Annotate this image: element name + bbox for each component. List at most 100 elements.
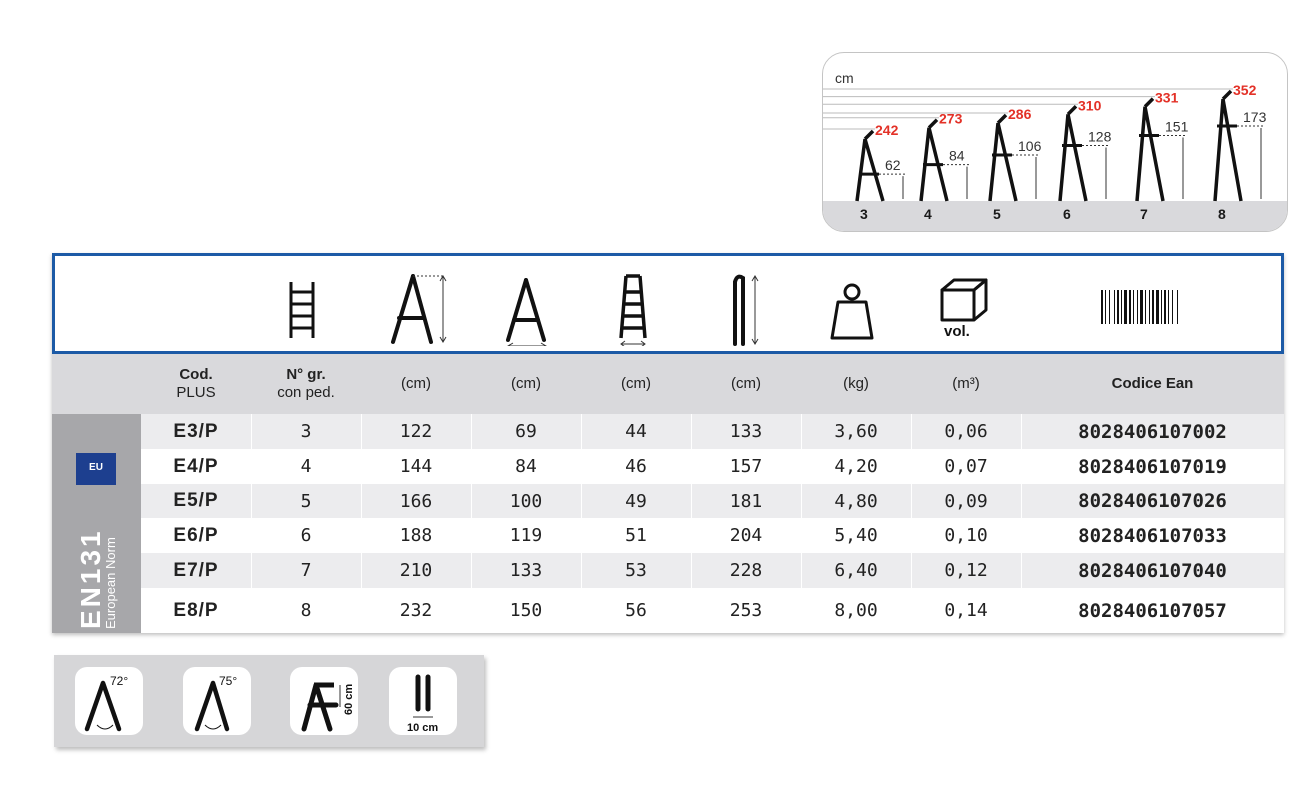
column-divider xyxy=(471,414,472,633)
barcode-icon xyxy=(1095,264,1205,346)
table-row: E6/P 6 188 119 51 204 5,40 0,10 8028406107033 xyxy=(141,518,1284,553)
table-cell: 8028406107040 xyxy=(1078,559,1227,582)
ladder-base-width-icon xyxy=(479,264,569,346)
table-cell: 0,09 xyxy=(944,490,988,512)
angle-72-label: 72° xyxy=(110,674,128,688)
en131-norm-column: EU EN131 European Norm xyxy=(52,414,141,633)
table-cell: 119 xyxy=(509,525,543,546)
table-row: E7/P 7 210 133 53 228 6,40 0,12 8028406107040 xyxy=(141,553,1284,588)
volume-unit-header: (m³) xyxy=(952,375,980,392)
table-cell: 144 xyxy=(399,456,433,477)
table-cell: 228 xyxy=(729,560,763,581)
column-divider xyxy=(1021,414,1022,633)
table-cell: E8/P xyxy=(173,599,219,621)
table-cell: 133 xyxy=(729,421,763,442)
table-cell: 56 xyxy=(625,600,647,621)
total-height-label: 242 xyxy=(875,122,899,138)
table-cell: 4 xyxy=(300,456,312,477)
table-cell: 0,07 xyxy=(944,456,988,477)
ladder-figure xyxy=(1058,105,1110,202)
ean-header: Codice Ean xyxy=(1111,375,1194,392)
steps-header: N° gr. con ped. xyxy=(277,366,335,401)
weight-icon xyxy=(807,264,897,346)
step-height-label: 173 xyxy=(1243,109,1267,125)
table-cell: 133 xyxy=(509,560,543,581)
table-cell: 8028406107026 xyxy=(1078,490,1227,512)
platform-height-icon: 60 cm xyxy=(290,667,358,735)
step-height-label: 151 xyxy=(1165,119,1189,135)
cod-header: Cod. PLUS xyxy=(176,366,216,401)
table-cell: 5 xyxy=(300,490,312,512)
steps-count-label: 5 xyxy=(993,206,1001,222)
width-unit-header: (cm) xyxy=(511,375,541,392)
table-cell: 232 xyxy=(399,600,433,621)
table-cell: 253 xyxy=(729,600,763,621)
table-cell: 8028406107019 xyxy=(1078,455,1227,478)
table-cell: 3,60 xyxy=(834,421,878,442)
column-divider xyxy=(361,414,362,633)
spec-table: vol. Cod. PLUS N° gr. con ped. (cm) (cm) (… xyxy=(52,253,1284,633)
angle-75-label: 75° xyxy=(219,674,237,688)
table-cell: 0,10 xyxy=(944,525,988,546)
ladder-figure xyxy=(1213,89,1265,202)
table-cell: 0,14 xyxy=(944,600,988,621)
table-cell: 122 xyxy=(399,421,433,442)
column-divider xyxy=(581,414,582,633)
table-cell: 157 xyxy=(729,456,763,477)
step-width-unit-header: (cm) xyxy=(621,375,651,392)
ladder-step-width-icon xyxy=(588,264,678,346)
feature-icons: 72° 75° 60 cm 10 cm xyxy=(54,655,484,747)
volume-label: vol. xyxy=(944,323,970,340)
length-unit-header: (cm) xyxy=(731,375,761,392)
table-cell: 8,00 xyxy=(834,600,878,621)
table-cell: 181 xyxy=(729,490,763,512)
icon-header-row: vol. xyxy=(52,253,1284,354)
total-height-label: 331 xyxy=(1155,90,1179,106)
table-cell: E7/P xyxy=(173,559,219,581)
table-cell: 69 xyxy=(515,421,537,442)
total-height-label: 310 xyxy=(1078,97,1102,113)
ladder-closed-length-icon xyxy=(698,264,788,346)
angle-72-icon: 72° xyxy=(75,667,143,735)
table-cell: 6 xyxy=(300,525,312,546)
ladder-figure xyxy=(1135,97,1187,202)
step-height-label: 128 xyxy=(1088,129,1112,145)
table-cell: 6,40 xyxy=(834,560,878,581)
table-cell: 3 xyxy=(300,421,312,442)
table-cell: 188 xyxy=(399,525,433,546)
table-cell: 8028406107002 xyxy=(1078,420,1227,443)
step-height-label: 84 xyxy=(949,148,965,164)
ladder-height-icon xyxy=(368,264,458,346)
table-cell: 100 xyxy=(509,490,543,512)
column-divider xyxy=(801,414,802,633)
total-height-label: 273 xyxy=(939,111,963,127)
table-cell: 210 xyxy=(399,560,433,581)
weight-unit-header: (kg) xyxy=(843,375,869,392)
steps-count-label: 8 xyxy=(1218,206,1226,222)
table-cell: E5/P xyxy=(173,490,219,511)
step-height-label: 62 xyxy=(885,157,901,173)
table-row: E4/P 4 144 84 46 157 4,20 0,07 8028406107019 xyxy=(141,449,1284,484)
table-row: E3/P 3 122 69 44 133 3,60 0,06 8028406107002 xyxy=(141,414,1284,449)
height-unit-header: (cm) xyxy=(401,375,431,392)
norm-subtitle: European Norm xyxy=(103,537,118,629)
ladder-steps-icon xyxy=(258,264,348,346)
table-cell: 166 xyxy=(399,490,433,512)
table-cell: E4/P xyxy=(173,455,219,477)
table-cell: 49 xyxy=(625,490,647,512)
table-cell: 53 xyxy=(625,560,647,581)
table-cell: 44 xyxy=(625,421,647,442)
table-cell: 0,06 xyxy=(944,421,988,442)
closed-thickness-icon: 10 cm xyxy=(389,667,457,735)
angle-75-icon: 75° xyxy=(183,667,251,735)
table-cell: 4,80 xyxy=(834,490,878,512)
column-divider xyxy=(691,414,692,633)
table-cell: 8028406107057 xyxy=(1078,599,1227,622)
table-cell: 51 xyxy=(625,525,647,546)
table-row: E5/P 5 166 100 49 181 4,80 0,09 8028406107026 xyxy=(141,484,1284,518)
table-cell: 8028406107033 xyxy=(1078,524,1227,547)
table-cell: 84 xyxy=(515,456,537,477)
volume-box-icon: vol. xyxy=(917,264,1007,346)
closed-thickness-label: 10 cm xyxy=(407,722,438,734)
table-cell: 46 xyxy=(625,456,647,477)
